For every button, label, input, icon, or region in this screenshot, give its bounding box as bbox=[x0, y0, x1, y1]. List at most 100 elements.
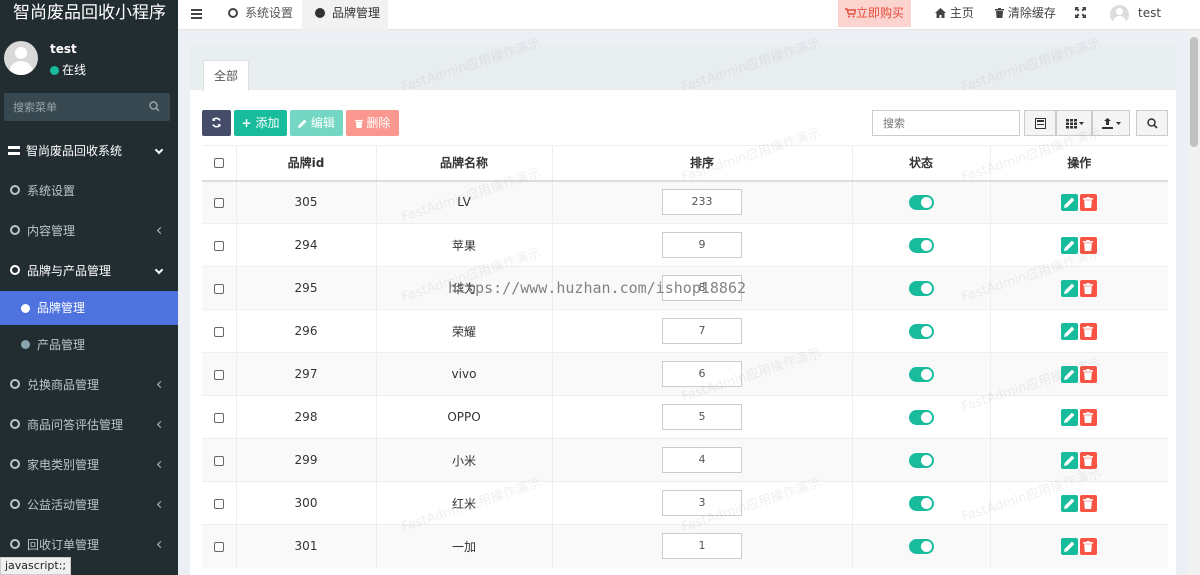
refresh-button[interactable] bbox=[202, 110, 231, 136]
add-button[interactable]: + 添加 bbox=[234, 110, 287, 136]
row-delete-button[interactable] bbox=[1080, 408, 1098, 426]
table-row[interactable]: 300 红米 3 bbox=[202, 481, 1168, 525]
status-toggle[interactable] bbox=[908, 280, 934, 296]
status-toggle[interactable] bbox=[908, 323, 934, 339]
tab-brand-management[interactable]: 品牌管理 bbox=[302, 0, 388, 30]
sidebar-item-content[interactable]: 内容管理 bbox=[0, 211, 178, 251]
delete-button[interactable]: 删除 bbox=[346, 110, 399, 136]
table-row[interactable]: 301 一加 1 bbox=[202, 524, 1168, 568]
row-delete-button[interactable] bbox=[1080, 279, 1098, 297]
column-header-id[interactable]: 品牌id bbox=[235, 145, 376, 182]
table-row[interactable]: 295 华为 8 bbox=[202, 266, 1168, 310]
row-delete-button[interactable] bbox=[1080, 494, 1098, 512]
toggle-view-button[interactable] bbox=[1024, 110, 1056, 136]
row-edit-button[interactable] bbox=[1061, 537, 1079, 555]
row-delete-button[interactable] bbox=[1080, 537, 1098, 555]
status-toggle[interactable] bbox=[908, 237, 934, 253]
status-toggle[interactable] bbox=[908, 409, 934, 425]
brand-name: OPPO bbox=[375, 395, 552, 439]
table-row[interactable]: 305 LV 233 bbox=[202, 180, 1168, 224]
sidebar-item-brand[interactable]: 品牌管理 bbox=[0, 291, 178, 325]
edit-button[interactable]: 编辑 bbox=[290, 110, 343, 136]
menu-toggle-icon[interactable] bbox=[191, 9, 202, 19]
row-checkbox[interactable] bbox=[213, 412, 224, 423]
brand-name: 一加 bbox=[375, 524, 552, 568]
row-checkbox[interactable] bbox=[213, 197, 224, 208]
sidebar-item-product[interactable]: 产品管理 bbox=[0, 325, 178, 365]
column-header-name[interactable]: 品牌名称 bbox=[375, 145, 552, 182]
row-edit-button[interactable] bbox=[1061, 236, 1079, 254]
tab-all[interactable]: 全部 bbox=[203, 60, 249, 91]
status-toggle[interactable] bbox=[908, 194, 934, 210]
columns-button[interactable] bbox=[1056, 110, 1092, 136]
brand-id: 297 bbox=[235, 352, 376, 396]
row-checkbox[interactable] bbox=[213, 283, 224, 294]
weigh-input[interactable]: 233 bbox=[662, 189, 742, 216]
table-row[interactable]: 294 苹果 9 bbox=[202, 223, 1168, 267]
clear-cache-link[interactable]: 清除缓存 bbox=[995, 0, 1056, 27]
row-checkbox[interactable] bbox=[213, 369, 224, 380]
status-toggle[interactable] bbox=[908, 366, 934, 382]
column-header-status[interactable]: 状态 bbox=[851, 145, 990, 182]
sidebar-item-system-settings[interactable]: 系统设置 bbox=[0, 171, 178, 211]
column-header-weigh[interactable]: 排序 bbox=[551, 145, 852, 182]
export-button[interactable] bbox=[1092, 110, 1130, 136]
app-logo-title[interactable]: 智尚废品回收小程序 bbox=[0, 0, 178, 30]
status-cell bbox=[851, 352, 990, 396]
tab-system-settings[interactable]: 系统设置 bbox=[215, 0, 301, 30]
buy-now-button[interactable]: 立即购买 bbox=[838, 0, 911, 27]
row-edit-button[interactable] bbox=[1061, 193, 1079, 211]
row-edit-button[interactable] bbox=[1061, 451, 1079, 469]
fullscreen-button[interactable] bbox=[1075, 0, 1086, 27]
status-toggle[interactable] bbox=[908, 452, 934, 468]
row-delete-button[interactable] bbox=[1080, 193, 1098, 211]
weigh-input[interactable]: 8 bbox=[662, 275, 742, 301]
table-search-input[interactable] bbox=[873, 111, 1019, 135]
row-edit-button[interactable] bbox=[1061, 494, 1079, 512]
sidebar-item-exchange[interactable]: 兑换商品管理 bbox=[0, 365, 178, 405]
sidebar-item-appliance[interactable]: 家电类别管理 bbox=[0, 445, 178, 485]
sidebar-search-input[interactable] bbox=[4, 93, 170, 121]
table-row[interactable]: 297 vivo 6 bbox=[202, 352, 1168, 396]
row-checkbox[interactable] bbox=[213, 326, 224, 337]
cart-icon bbox=[844, 8, 857, 18]
weigh-input[interactable]: 5 bbox=[662, 404, 742, 430]
select-all-checkbox[interactable] bbox=[213, 158, 224, 169]
weigh-input[interactable]: 9 bbox=[662, 232, 742, 258]
sidebar-item-system-root[interactable]: 智尚废品回收系统 bbox=[0, 131, 178, 171]
home-link[interactable]: 主页 bbox=[935, 0, 974, 27]
row-checkbox[interactable] bbox=[213, 455, 224, 466]
row-delete-button[interactable] bbox=[1080, 236, 1098, 254]
search-icon[interactable] bbox=[149, 101, 160, 112]
row-delete-button[interactable] bbox=[1080, 365, 1098, 383]
row-checkbox[interactable] bbox=[213, 240, 224, 251]
weigh-input[interactable]: 4 bbox=[662, 447, 742, 473]
dot-icon bbox=[21, 304, 30, 313]
weigh-input[interactable]: 6 bbox=[662, 361, 742, 387]
row-edit-button[interactable] bbox=[1061, 365, 1079, 383]
scrollbar-thumb[interactable] bbox=[1190, 37, 1198, 147]
weigh-cell: 5 bbox=[551, 395, 852, 439]
search-toggle-button[interactable] bbox=[1136, 110, 1168, 136]
user-menu[interactable]: test bbox=[1110, 0, 1170, 27]
sidebar-item-charity[interactable]: 公益活动管理 bbox=[0, 485, 178, 525]
row-delete-button[interactable] bbox=[1080, 322, 1098, 340]
weigh-input[interactable]: 7 bbox=[662, 318, 742, 344]
row-edit-button[interactable] bbox=[1061, 408, 1079, 426]
table-row[interactable]: 298 OPPO 5 bbox=[202, 395, 1168, 439]
sidebar-item-brand-product[interactable]: 品牌与产品管理 bbox=[0, 251, 178, 291]
table-row[interactable]: 299 小米 4 bbox=[202, 438, 1168, 482]
row-checkbox[interactable] bbox=[213, 498, 224, 509]
status-toggle[interactable] bbox=[908, 538, 934, 554]
weigh-input[interactable]: 3 bbox=[662, 490, 742, 516]
row-checkbox[interactable] bbox=[213, 541, 224, 552]
table-row[interactable]: 296 荣耀 7 bbox=[202, 309, 1168, 353]
row-edit-button[interactable] bbox=[1061, 322, 1079, 340]
circle-icon bbox=[10, 225, 20, 235]
row-delete-button[interactable] bbox=[1080, 451, 1098, 469]
sidebar-item-qa[interactable]: 商品问答评估管理 bbox=[0, 405, 178, 445]
content-scrollbar[interactable] bbox=[1188, 31, 1200, 575]
status-toggle[interactable] bbox=[908, 495, 934, 511]
row-edit-button[interactable] bbox=[1061, 279, 1079, 297]
weigh-input[interactable]: 1 bbox=[662, 533, 742, 560]
